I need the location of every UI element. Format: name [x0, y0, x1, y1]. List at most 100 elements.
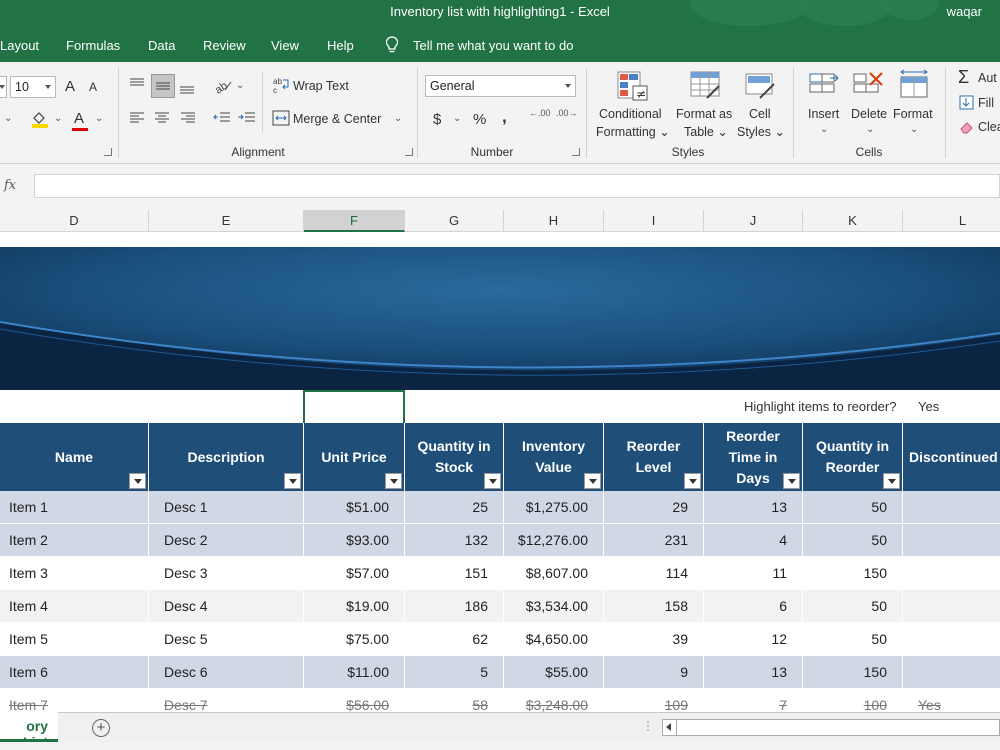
cell-reorder-level[interactable]: 231 [604, 524, 704, 557]
header-name[interactable]: Name [0, 423, 149, 491]
align-right-icon[interactable] [179, 110, 197, 126]
number-dialog-launcher[interactable] [572, 148, 580, 156]
cell-inventory-value[interactable]: $55.00 [504, 656, 604, 689]
cell-discontinued[interactable] [903, 524, 1000, 557]
tab-view[interactable]: View [271, 38, 299, 53]
cell-quantity-in-stock[interactable]: 62 [405, 623, 504, 656]
cell-reorder-time[interactable]: 6 [704, 590, 803, 623]
cell-quantity-in-reorder[interactable]: 50 [803, 590, 903, 623]
cell-unit-price[interactable]: $11.00 [304, 656, 405, 689]
column-header-k[interactable]: K [803, 210, 903, 232]
cell-inventory-value[interactable]: $12,276.00 [504, 524, 604, 557]
cell-name[interactable]: Item 2 [0, 524, 149, 557]
top-align-icon[interactable] [128, 76, 146, 92]
conditional-formatting-label-1[interactable]: Conditional [599, 107, 662, 121]
number-format-dropdown[interactable]: General [425, 75, 576, 97]
cell-reorder-level[interactable]: 114 [604, 557, 704, 590]
filter-dropdown-icon[interactable] [783, 473, 800, 489]
active-cell[interactable] [303, 390, 405, 425]
formula-input[interactable] [34, 174, 1000, 198]
cell-description[interactable]: Desc 3 [149, 557, 304, 590]
header-reorder-time[interactable]: Reorder Time in Days [704, 423, 803, 491]
increase-indent-icon[interactable] [237, 110, 257, 126]
middle-align-button[interactable] [151, 74, 175, 98]
header-quantity-in-reorder[interactable]: Quantity in Reorder [803, 423, 903, 491]
clear-button[interactable]: Clea [978, 120, 1000, 134]
cell-inventory-value[interactable]: $8,607.00 [504, 557, 604, 590]
cell-unit-price[interactable]: $57.00 [304, 557, 405, 590]
eraser-icon[interactable] [959, 119, 975, 135]
align-left-icon[interactable] [128, 110, 146, 126]
cell-unit-price[interactable]: $93.00 [304, 524, 405, 557]
cell-discontinued[interactable] [903, 590, 1000, 623]
cell-quantity-in-stock[interactable]: 5 [405, 656, 504, 689]
cell-reorder-level[interactable]: 158 [604, 590, 704, 623]
cell-reorder-level[interactable]: 39 [604, 623, 704, 656]
fill-color-icon[interactable] [30, 109, 50, 129]
fill-button[interactable]: Fill [978, 96, 994, 110]
bottom-align-icon[interactable] [178, 80, 196, 96]
cell-reorder-level[interactable]: 29 [604, 491, 704, 524]
header-inventory-value[interactable]: Inventory Value [504, 423, 604, 491]
cell-quantity-in-reorder[interactable]: 150 [803, 557, 903, 590]
orientation-dropdown[interactable]: ⌄ [236, 80, 244, 91]
format-cells-icon[interactable] [898, 68, 930, 100]
fill-icon[interactable] [959, 95, 975, 111]
tell-me-search[interactable]: Tell me what you want to do [413, 38, 573, 53]
cell-inventory-value[interactable]: $4,650.00 [504, 623, 604, 656]
column-header-g[interactable]: G [405, 210, 504, 232]
merge-center-button[interactable]: Merge & Center [293, 112, 381, 126]
add-sheet-icon[interactable]: + [92, 719, 110, 737]
column-header-i[interactable]: I [604, 210, 704, 232]
tab-review[interactable]: Review [203, 38, 246, 53]
scroll-left-icon[interactable] [663, 720, 677, 735]
cell-inventory-value[interactable]: $3,534.00 [504, 590, 604, 623]
insert-cells-icon[interactable] [808, 70, 840, 102]
cell-description[interactable]: Desc 5 [149, 623, 304, 656]
cell-description[interactable]: Desc 2 [149, 524, 304, 557]
column-header-f[interactable]: F [304, 210, 405, 232]
border-dropdown[interactable]: ⌄ [4, 113, 12, 124]
format-as-table-icon[interactable] [689, 70, 723, 102]
cell-name[interactable]: Item 5 [0, 623, 149, 656]
insert-cells-button[interactable]: Insert [808, 107, 839, 121]
font-size-dropdown[interactable]: 10 [10, 76, 56, 98]
filter-dropdown-icon[interactable] [484, 473, 501, 489]
cell-quantity-in-stock[interactable]: 25 [405, 491, 504, 524]
cell-reorder-time[interactable]: 12 [704, 623, 803, 656]
font-color-dropdown[interactable]: ⌄ [95, 113, 103, 124]
decrease-decimal-button[interactable]: .00→ [556, 108, 578, 118]
insert-dropdown[interactable]: ⌄ [820, 124, 828, 135]
header-unit-price[interactable]: Unit Price [304, 423, 405, 491]
currency-format-button[interactable]: $ [433, 111, 441, 128]
tab-split-handle[interactable]: ⋮ [642, 719, 654, 733]
filter-dropdown-icon[interactable] [129, 473, 146, 489]
cell-discontinued[interactable] [903, 557, 1000, 590]
cell-reorder-time[interactable]: 13 [704, 491, 803, 524]
cell-reorder-time[interactable]: 4 [704, 524, 803, 557]
highlight-value[interactable]: Yes [918, 399, 939, 414]
cell-quantity-in-reorder[interactable]: 50 [803, 491, 903, 524]
cell-discontinued[interactable] [903, 656, 1000, 689]
conditional-formatting-icon[interactable]: ≠ [616, 70, 650, 102]
comma-style-button[interactable]: , [502, 107, 507, 127]
wrap-text-button[interactable]: Wrap Text [293, 79, 349, 93]
format-dropdown[interactable]: ⌄ [910, 124, 918, 135]
font-name-dropdown[interactable] [0, 76, 7, 98]
header-reorder-level[interactable]: Reorder Level [604, 423, 704, 491]
cell-quantity-in-reorder[interactable]: 50 [803, 524, 903, 557]
cell-name[interactable]: Item 3 [0, 557, 149, 590]
header-quantity-in-stock[interactable]: Quantity in Stock [405, 423, 504, 491]
increase-decimal-button[interactable]: ←.00 [529, 108, 551, 118]
shrink-font-button[interactable]: A [89, 80, 97, 94]
font-dialog-launcher[interactable] [104, 148, 112, 156]
header-discontinued[interactable]: Discontinued [903, 423, 1000, 491]
cell-reorder-level[interactable]: 9 [604, 656, 704, 689]
cell-unit-price[interactable]: $51.00 [304, 491, 405, 524]
cell-reorder-time[interactable]: 11 [704, 557, 803, 590]
cell-styles-icon[interactable] [744, 70, 778, 102]
align-center-icon[interactable] [153, 110, 171, 126]
cell-quantity-in-stock[interactable]: 132 [405, 524, 504, 557]
currency-dropdown[interactable]: ⌄ [453, 113, 461, 124]
autosum-icon[interactable]: Σ [958, 67, 969, 88]
